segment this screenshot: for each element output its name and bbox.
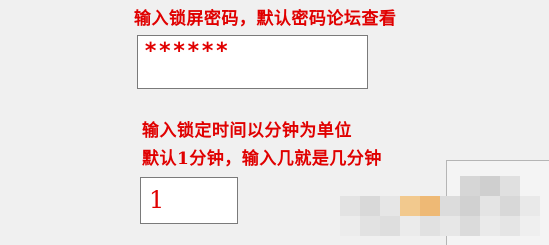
password-field[interactable]: ****** bbox=[137, 35, 368, 89]
password-label: 输入锁屏密码，默认密码论坛查看 bbox=[134, 9, 397, 29]
pixel-block bbox=[400, 216, 420, 236]
pixel-block bbox=[360, 196, 380, 216]
pixel-block bbox=[380, 216, 400, 236]
pixel-block bbox=[520, 216, 540, 236]
pixel-block bbox=[500, 216, 520, 236]
pixel-block bbox=[340, 196, 360, 216]
lock-time-label-line2: 默认1分钟，输入几就是几分钟 bbox=[142, 149, 382, 169]
lock-time-label-line1: 输入锁定时间以分钟为单位 bbox=[142, 121, 352, 141]
pixel-block bbox=[480, 216, 500, 236]
pixel-block bbox=[420, 216, 440, 236]
pixel-block bbox=[380, 196, 400, 216]
pixel-block bbox=[460, 216, 480, 236]
pixel-block bbox=[340, 216, 360, 236]
pixel-block bbox=[520, 196, 540, 216]
pixelated-watermark bbox=[340, 176, 549, 245]
pixel-block bbox=[440, 216, 460, 236]
pixel-block bbox=[460, 176, 480, 196]
pixel-block bbox=[460, 196, 480, 216]
pixel-block bbox=[500, 196, 520, 216]
pixel-block bbox=[440, 196, 460, 216]
pixel-block bbox=[360, 216, 380, 236]
lock-minutes-field[interactable]: 1 bbox=[140, 177, 238, 224]
pixel-block bbox=[480, 196, 500, 216]
pixel-block bbox=[480, 176, 500, 196]
pixel-block bbox=[500, 176, 520, 196]
pixel-block bbox=[400, 196, 420, 216]
pixel-block bbox=[420, 196, 440, 216]
